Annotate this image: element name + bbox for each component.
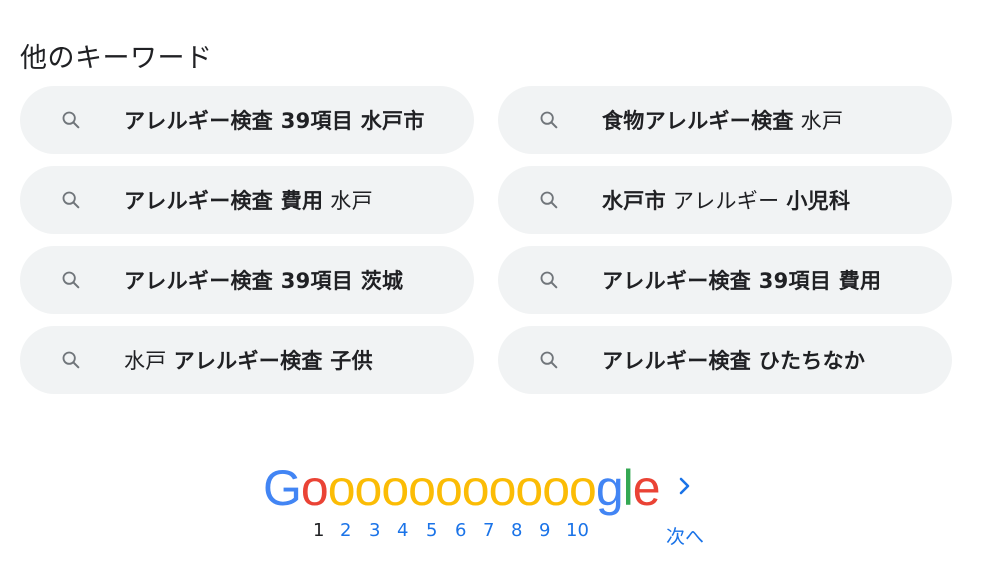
keyword-bold-part: アレルギー検査 子供 <box>173 349 373 373</box>
pagination: Gooooooooooogle <box>0 458 1000 568</box>
page-link[interactable]: 4 <box>397 520 408 541</box>
chevron-right-icon[interactable] <box>676 474 694 498</box>
logo-letter: G <box>263 460 302 516</box>
keyword-bold-part: アレルギー検査 39項目 茨城 <box>124 269 404 293</box>
search-icon <box>538 109 560 131</box>
logo-letter: e <box>632 460 661 516</box>
keyword-bold-part: アレルギー検査 ひたちなか <box>602 349 866 373</box>
keyword-plain-part: アレルギー <box>665 189 787 213</box>
keyword-plain-part: 水戸 <box>323 189 373 213</box>
keyword-chip[interactable]: アレルギー検査 費用 水戸 <box>20 166 474 234</box>
related-keywords-grid: アレルギー検査 39項目 水戸市 食物アレルギー検査 水戸 アレルギー検査 費用 水… <box>20 86 952 394</box>
keyword-label: アレルギー検査 費用 水戸 <box>124 185 373 215</box>
keyword-bold-part: 水戸市 <box>602 189 666 213</box>
section-title: 他のキーワード <box>20 43 213 75</box>
keyword-label: アレルギー検査 ひたちなか <box>602 345 865 375</box>
keyword-chip[interactable]: アレルギー検査 39項目 茨城 <box>20 246 474 314</box>
search-icon <box>538 269 560 291</box>
google-pagination-logo: Gooooooooooogle <box>263 458 661 518</box>
keyword-chip[interactable]: アレルギー検査 ひたちなか <box>498 326 952 394</box>
logo-letter: o <box>542 460 570 516</box>
keyword-chip[interactable]: 水戸 アレルギー検査 子供 <box>20 326 474 394</box>
page-link[interactable]: 8 <box>511 520 522 541</box>
logo-letter: o <box>381 460 409 516</box>
keyword-bold-part: 食物アレルギー検査 <box>602 109 794 133</box>
keyword-bold-part: 小児科 <box>786 189 851 213</box>
logo-letter: o <box>515 460 543 516</box>
current-page-number: 1 <box>313 520 325 541</box>
page-link[interactable]: 10 <box>566 520 589 541</box>
search-icon <box>60 349 82 371</box>
page-link[interactable]: 6 <box>455 520 466 541</box>
logo-letter: o <box>461 460 490 516</box>
keyword-bold-part: アレルギー検査 39項目 水戸市 <box>124 109 425 133</box>
logo-letter: o <box>354 460 383 516</box>
keyword-chip[interactable]: アレルギー検査 39項目 費用 <box>498 246 952 314</box>
keyword-plain-part: 水戸 <box>124 349 174 373</box>
logo-letter: l <box>622 460 634 516</box>
page-link[interactable]: 2 <box>340 520 351 541</box>
keyword-label: 水戸市 アレルギー 小児科 <box>602 185 850 215</box>
logo-letter: o <box>434 460 463 516</box>
keyword-plain-part: 水戸 <box>793 109 844 133</box>
logo-letter: o <box>327 460 356 516</box>
keyword-label: 水戸 アレルギー検査 子供 <box>124 345 373 375</box>
page-link[interactable]: 9 <box>539 520 550 541</box>
keyword-bold-part: アレルギー検査 39項目 費用 <box>602 269 882 293</box>
keyword-chip[interactable]: アレルギー検査 39項目 水戸市 <box>20 86 474 154</box>
logo-letter: o <box>569 460 597 516</box>
page-link[interactable]: 5 <box>426 520 437 541</box>
logo-letter: g <box>595 460 624 516</box>
keyword-bold-part: アレルギー検査 費用 <box>124 189 324 213</box>
page-link[interactable]: 3 <box>369 520 380 541</box>
search-icon <box>538 189 560 211</box>
logo-letter: o <box>488 460 517 516</box>
next-page-link[interactable]: 次へ <box>666 522 704 549</box>
keyword-label: 食物アレルギー検査 水戸 <box>602 105 843 135</box>
search-icon <box>60 189 82 211</box>
keyword-label: アレルギー検査 39項目 費用 <box>602 265 881 295</box>
keyword-chip[interactable]: 食物アレルギー検査 水戸 <box>498 86 952 154</box>
logo-letter: o <box>300 460 329 516</box>
page-link[interactable]: 7 <box>483 520 494 541</box>
search-icon <box>60 269 82 291</box>
logo-letter: o <box>408 460 436 516</box>
keyword-chip[interactable]: 水戸市 アレルギー 小児科 <box>498 166 952 234</box>
keyword-label: アレルギー検査 39項目 水戸市 <box>124 105 425 135</box>
search-icon <box>538 349 560 371</box>
search-icon <box>60 109 82 131</box>
keyword-label: アレルギー検査 39項目 茨城 <box>124 265 403 295</box>
